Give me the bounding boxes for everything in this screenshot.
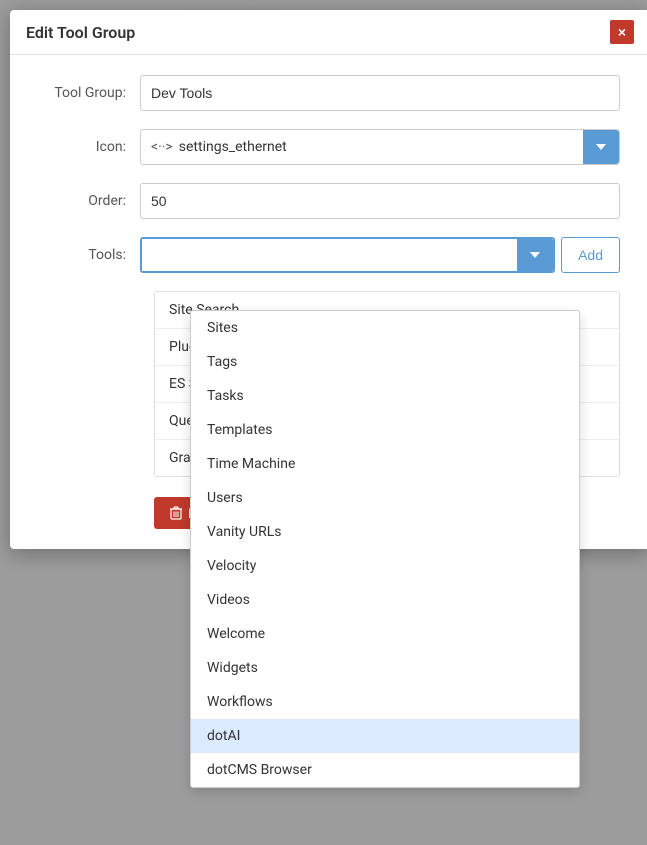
tools-dropdown-button[interactable] xyxy=(517,239,553,271)
modal-header: Edit Tool Group × xyxy=(10,10,647,55)
tool-group-row: Tool Group: xyxy=(40,75,620,111)
dropdown-item-tasks[interactable]: Tasks xyxy=(191,379,579,413)
icon-name: settings_ethernet xyxy=(179,139,287,155)
modal-title: Edit Tool Group xyxy=(26,23,135,42)
tool-group-input[interactable] xyxy=(140,75,620,111)
tools-text-wrapper xyxy=(140,237,555,273)
order-label: Order: xyxy=(40,193,140,209)
icon-select-wrapper[interactable]: <··> settings_ethernet xyxy=(140,129,620,165)
dropdown-item-welcome[interactable]: Welcome xyxy=(191,617,579,651)
tool-group-label: Tool Group: xyxy=(40,85,140,101)
icon-label: Icon: xyxy=(40,139,140,155)
tools-row: Tools: Add xyxy=(40,237,620,273)
dropdown-item-users[interactable]: Users xyxy=(191,481,579,515)
dropdown-item-videos[interactable]: Videos xyxy=(191,583,579,617)
tools-dropdown-menu: Sites Tags Tasks Templates Time Machine … xyxy=(190,310,580,788)
add-tool-button[interactable]: Add xyxy=(561,237,620,273)
close-button[interactable]: × xyxy=(610,20,634,44)
trash-icon xyxy=(170,506,182,520)
order-input[interactable] xyxy=(140,183,620,219)
dropdown-item-dotai[interactable]: dotAI xyxy=(191,719,579,753)
chevron-down-icon xyxy=(596,144,606,150)
order-row: Order: xyxy=(40,183,620,219)
icon-select-text: <··> settings_ethernet xyxy=(141,139,583,155)
dropdown-item-workflows[interactable]: Workflows xyxy=(191,685,579,719)
tools-search-input[interactable] xyxy=(142,239,517,271)
tools-label: Tools: xyxy=(40,247,140,263)
dropdown-item-velocity[interactable]: Velocity xyxy=(191,549,579,583)
dropdown-item-dotcms-browser[interactable]: dotCMS Browser xyxy=(191,753,579,787)
dropdown-item-widgets[interactable]: Widgets xyxy=(191,651,579,685)
dropdown-item-sites[interactable]: Sites xyxy=(191,311,579,345)
dropdown-item-vanity-urls[interactable]: Vanity URLs xyxy=(191,515,579,549)
dropdown-item-templates[interactable]: Templates xyxy=(191,413,579,447)
tools-input-wrapper: Add xyxy=(140,237,620,273)
dropdown-item-tags[interactable]: Tags xyxy=(191,345,579,379)
icon-symbol: <··> xyxy=(151,139,173,155)
chevron-down-icon xyxy=(530,252,540,258)
dropdown-item-time-machine[interactable]: Time Machine xyxy=(191,447,579,481)
icon-dropdown-button[interactable] xyxy=(583,130,619,164)
icon-row: Icon: <··> settings_ethernet xyxy=(40,129,620,165)
